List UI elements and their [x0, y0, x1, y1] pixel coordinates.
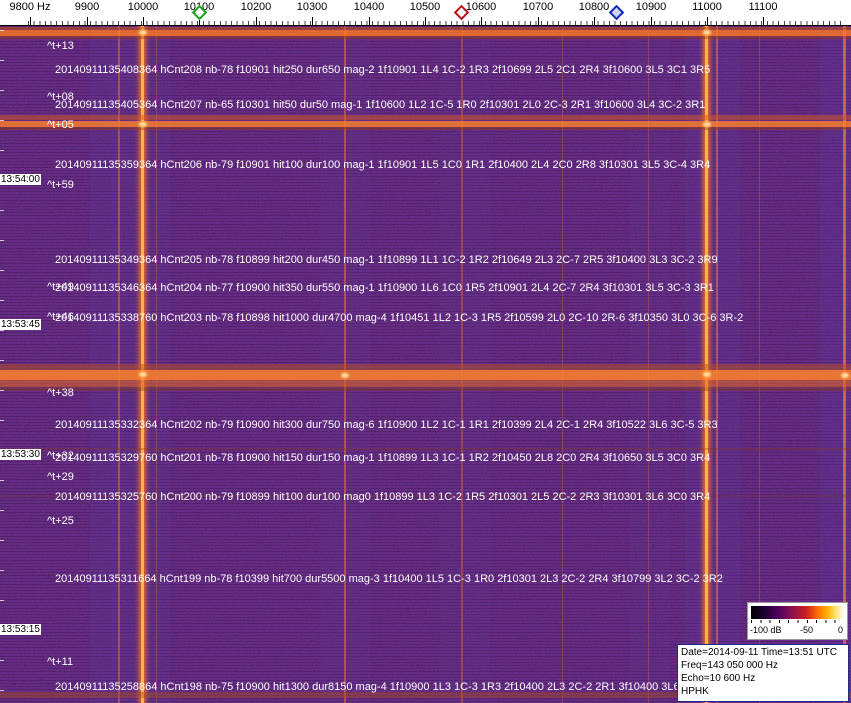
interference-band: [0, 36, 851, 39]
time-axis-label: 13:54:00: [0, 174, 41, 185]
db-scale-label: 0: [838, 625, 843, 635]
time-axis-label: 13:53:45: [0, 319, 41, 330]
freq-tick-label: 10300: [297, 1, 328, 13]
tick-mark: [707, 17, 708, 25]
frequency-ruler: 9800 Hz 9900 10000 10100 10200 10300 104…: [0, 0, 851, 26]
freq-tick-label: 10900: [636, 1, 667, 13]
freq-tick-label: 11000: [692, 1, 722, 13]
blue-frequency-marker-icon[interactable]: [609, 5, 625, 21]
spectrogram-app-window: 9800 Hz 9900 10000 10100 10200 10300 104…: [0, 0, 851, 703]
detection-log-line: 20140911135258864 hCnt198 nb-75 f10900 h…: [55, 681, 689, 693]
freq-tick-label: 10000: [128, 1, 159, 13]
time-offset-mark: ^t+11: [47, 656, 73, 668]
freq-tick-label: 10200: [241, 1, 272, 13]
detection-log-line: 20140911135359364 hCnt206 nb-79 f10901 h…: [55, 159, 710, 171]
freq-tick-label: 10600: [466, 1, 497, 13]
detection-log-line: 20140911135349364 hCnt205 nb-78 f10899 h…: [55, 254, 718, 266]
detection-log-line: 20140911135325760 hCnt200 nb-79 f10899 h…: [55, 491, 710, 503]
ruler-minor-ticks: [28, 21, 845, 25]
signal-hotspot: [841, 373, 849, 378]
signal-hotspot: [703, 372, 711, 377]
tick-mark: [312, 17, 313, 25]
tick-mark: [538, 17, 539, 25]
db-color-scale: -100 dB -50 0: [747, 602, 848, 640]
detection-log-line: 20140911135338760 hCnt203 nb-78 f10898 h…: [55, 312, 743, 324]
time-offset-mark: ^t+13: [47, 40, 74, 52]
signal-hotspot: [703, 122, 711, 127]
info-station: HPHK: [681, 685, 845, 698]
time-offset-mark: ^t+25: [47, 515, 74, 527]
info-date-time: Date=2014-09-11 Time=13:51 UTC: [681, 646, 845, 659]
spectrogram-canvas[interactable]: [0, 26, 851, 703]
freq-tick-label: 9800 Hz: [10, 1, 51, 13]
time-offset-mark: ^t+59: [47, 179, 74, 191]
tick-mark: [651, 17, 652, 25]
signal-hotspot: [341, 373, 349, 378]
info-echo: Echo=10 600 Hz: [681, 672, 845, 685]
signal-hotspot: [139, 30, 147, 35]
freq-tick-label: 11100: [749, 1, 778, 13]
detection-log-line: 20140911135332364 hCnt202 nb-79 f10900 h…: [55, 419, 718, 431]
tick-mark: [425, 17, 426, 25]
status-info-box: Date=2014-09-11 Time=13:51 UTC Freq=143 …: [677, 644, 849, 702]
db-scale-ticks: [751, 620, 844, 623]
tick-mark: [143, 17, 144, 25]
interference-band: [0, 380, 851, 387]
tick-mark: [369, 17, 370, 25]
db-scale-label: -50: [800, 625, 813, 635]
time-axis-label: 13:53:30: [0, 449, 41, 460]
tick-mark: [481, 17, 482, 25]
interference-band: [0, 127, 851, 130]
db-gradient-bar: [751, 606, 844, 619]
freq-tick-label: 9900: [75, 1, 99, 13]
time-offset-mark: ^t+05: [47, 119, 74, 131]
freq-tick-label: 10700: [523, 1, 554, 13]
signal-hotspot: [139, 372, 147, 377]
detection-log-line: 20140911135405364 hCnt207 nb-65 f10301 h…: [55, 99, 705, 111]
time-offset-mark: ^t+29: [47, 471, 74, 483]
tick-mark: [87, 17, 88, 25]
tick-mark: [763, 17, 764, 25]
time-axis-ticks: [0, 30, 4, 703]
tick-mark: [256, 17, 257, 25]
freq-tick-label: 10800: [579, 1, 610, 13]
signal-hotspot: [703, 30, 711, 35]
detection-log-line: 20140911135329760 hCnt201 nb-78 f10900 h…: [55, 452, 710, 464]
db-scale-label: -100 dB: [750, 625, 782, 635]
freq-tick-label: 10400: [354, 1, 385, 13]
detection-log-line: 20140911135311664 hCnt199 nb-78 f10399 h…: [55, 573, 723, 585]
interference-band: [0, 387, 851, 391]
info-frequency: Freq=143 050 000 Hz: [681, 659, 845, 672]
tick-mark: [594, 17, 595, 25]
time-offset-mark: ^t+38: [47, 387, 74, 399]
tick-mark: [30, 17, 31, 25]
interference-band: [0, 448, 851, 450]
time-axis-label: 13:53:15: [0, 624, 41, 635]
detection-log-line: 20140911135408364 hCnt208 nb-78 f10901 h…: [55, 64, 710, 76]
interference-band: [0, 370, 851, 380]
freq-tick-label: 10500: [410, 1, 441, 13]
interference-band: [0, 115, 851, 120]
detection-log-line: 20140911135346364 hCnt204 nb-77 f10900 h…: [55, 282, 714, 294]
signal-hotspot: [139, 122, 147, 127]
